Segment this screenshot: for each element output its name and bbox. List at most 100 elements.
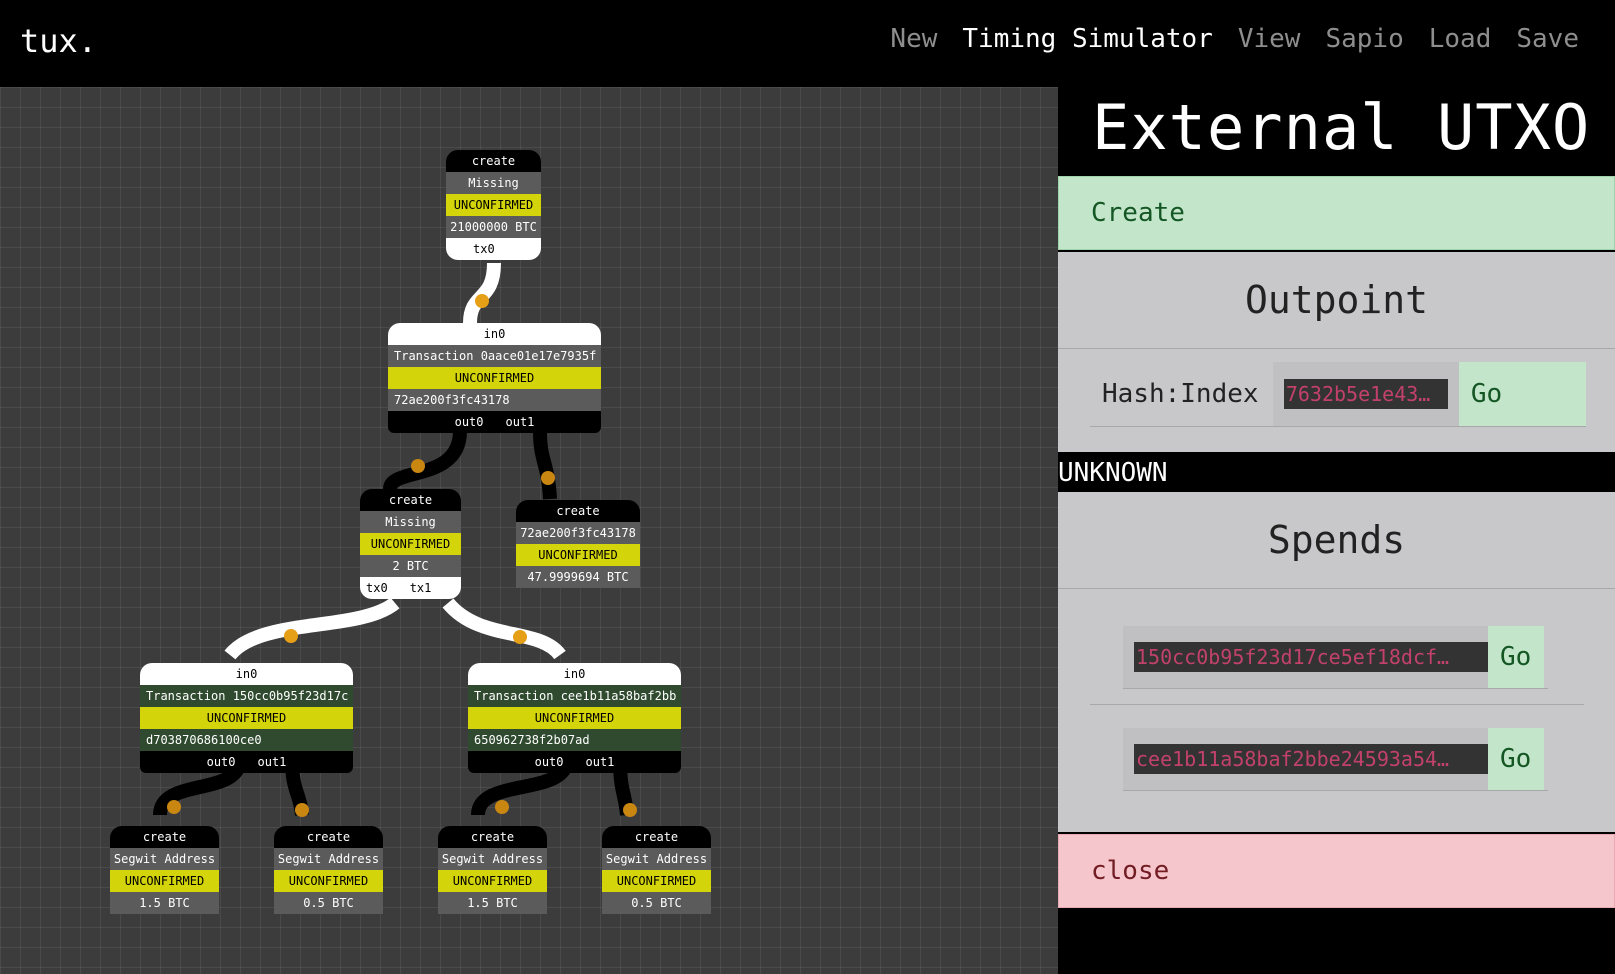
wire-dot xyxy=(167,800,181,814)
port-tx0[interactable]: tx0 xyxy=(473,238,495,260)
spend-go-button[interactable]: Go xyxy=(1488,728,1544,790)
node-output-72ae[interactable]: create 72ae200f3fc43178 UNCONFIRMED 47.9… xyxy=(516,500,640,588)
app-logo[interactable]: tux. xyxy=(20,22,97,60)
spend-txid[interactable]: cee1b11a58baf2bbe24593a54… xyxy=(1134,744,1488,774)
status-badge: UNCONFIRMED xyxy=(274,870,383,892)
node-name: Segwit Address xyxy=(438,848,547,870)
node-amount: 0.5 BTC xyxy=(274,892,383,914)
utxo-panel: External UTXO Create Outpoint Hash:Index… xyxy=(1058,87,1615,974)
wire-n2-n3 xyxy=(383,430,467,491)
outpoint-section: Outpoint Hash:Index 7632b5e1e43… Go xyxy=(1058,252,1615,452)
node-name: Transaction cee1b11a58baf2bb xyxy=(468,685,681,707)
node-name: Segwit Address xyxy=(602,848,711,870)
hash-index-row: Hash:Index 7632b5e1e43… Go xyxy=(1090,362,1586,427)
node-header: create xyxy=(274,826,383,848)
node-header: create xyxy=(110,826,219,848)
utxo-status: UNKNOWN xyxy=(1058,458,1168,488)
wire-dot xyxy=(475,294,489,308)
node-ports: tx0 tx1 xyxy=(360,577,461,599)
port-out1[interactable]: out1 xyxy=(586,751,615,773)
port-out0[interactable]: out0 xyxy=(535,751,564,773)
main-nav: New Timing Simulator View Sapio Load Sav… xyxy=(890,24,1579,54)
node-detail: 72ae200f3fc43178 xyxy=(388,389,601,411)
wire-n1-n2 xyxy=(463,262,501,324)
nav-new[interactable]: New xyxy=(890,24,937,54)
status-badge: UNCONFIRMED xyxy=(516,544,640,566)
node-amount: 21000000 BTC xyxy=(446,216,541,238)
port-tx1[interactable]: tx1 xyxy=(410,577,432,599)
spends-title: Spends xyxy=(1267,518,1406,562)
node-amount: 1.5 BTC xyxy=(110,892,219,914)
spend-go-button[interactable]: Go xyxy=(1488,626,1544,688)
node-missing-mid[interactable]: create Missing UNCONFIRMED 2 BTC tx0 tx1 xyxy=(360,489,461,599)
spend-row: cee1b11a58baf2bbe24593a54… Go xyxy=(1123,728,1548,791)
node-name: Missing xyxy=(360,511,461,533)
port-out1[interactable]: out1 xyxy=(258,751,287,773)
node-ports: tx0 xyxy=(446,238,541,260)
node-ports: out0 out1 xyxy=(388,411,601,433)
node-segwit-address[interactable]: create Segwit Address UNCONFIRMED 0.5 BT… xyxy=(274,826,383,914)
nav-timing-simulator[interactable]: Timing Simulator xyxy=(962,24,1212,54)
wire-n2-n4 xyxy=(533,430,557,500)
node-name: Transaction 0aace01e17e7935f xyxy=(388,345,601,367)
node-amount: 2 BTC xyxy=(360,555,461,577)
node-header: in0 xyxy=(468,663,681,685)
node-missing-root[interactable]: create Missing UNCONFIRMED 21000000 BTC … xyxy=(446,150,541,260)
spend-row: 150cc0b95f23d17ce5ef18dcf… Go xyxy=(1123,626,1548,689)
status-badge: UNCONFIRMED xyxy=(446,194,541,216)
status-badge: UNCONFIRMED xyxy=(140,707,353,729)
node-header: in0 xyxy=(140,663,353,685)
divider xyxy=(1058,348,1615,349)
node-transaction-0aace[interactable]: in0 Transaction 0aace01e17e7935f UNCONFI… xyxy=(388,323,601,433)
spend-txid-cell: cee1b11a58baf2bbe24593a54… xyxy=(1123,728,1488,790)
node-detail: d703870686100ce0 xyxy=(140,729,353,751)
node-segwit-address[interactable]: create Segwit Address UNCONFIRMED 1.5 BT… xyxy=(438,826,547,914)
hash-index-value-cell: 7632b5e1e43… xyxy=(1272,362,1459,426)
status-badge: UNCONFIRMED xyxy=(602,870,711,892)
node-transaction-cee1b[interactable]: in0 Transaction cee1b11a58baf2bb UNCONFI… xyxy=(468,663,681,773)
wire-dot xyxy=(541,471,555,485)
node-name: Missing xyxy=(446,172,541,194)
nav-save[interactable]: Save xyxy=(1516,24,1579,54)
node-header: in0 xyxy=(388,323,601,345)
node-header: create xyxy=(446,150,541,172)
node-name: Transaction 150cc0b95f23d17c xyxy=(140,685,353,707)
port-out0[interactable]: out0 xyxy=(455,411,484,433)
port-tx0[interactable]: tx0 xyxy=(366,577,388,599)
node-transaction-150cc[interactable]: in0 Transaction 150cc0b95f23d17c UNCONFI… xyxy=(140,663,353,773)
nav-sapio[interactable]: Sapio xyxy=(1325,24,1403,54)
top-bar: tux. New Timing Simulator View Sapio Loa… xyxy=(0,0,1615,87)
status-badge: UNCONFIRMED xyxy=(110,870,219,892)
nav-view[interactable]: View xyxy=(1238,24,1301,54)
node-header: create xyxy=(438,826,547,848)
graph-canvas[interactable]: create Missing UNCONFIRMED 21000000 BTC … xyxy=(0,87,1058,974)
node-segwit-address[interactable]: create Segwit Address UNCONFIRMED 1.5 BT… xyxy=(110,826,219,914)
port-out1[interactable]: out1 xyxy=(506,411,535,433)
divider xyxy=(1058,588,1615,589)
node-header: create xyxy=(360,489,461,511)
wire-n3-n5 xyxy=(224,597,400,660)
node-name: Segwit Address xyxy=(110,848,219,870)
create-button[interactable]: Create xyxy=(1058,176,1615,250)
outpoint-title: Outpoint xyxy=(1244,278,1429,322)
panel-title: External UTXO xyxy=(1092,91,1591,164)
close-button[interactable]: close xyxy=(1058,834,1615,908)
wire-dot xyxy=(295,803,309,817)
spend-txid[interactable]: 150cc0b95f23d17ce5ef18dcf… xyxy=(1134,642,1488,672)
node-amount: 1.5 BTC xyxy=(438,892,547,914)
wire-dot xyxy=(513,630,527,644)
status-badge: UNCONFIRMED xyxy=(438,870,547,892)
wire-n3-n6 xyxy=(442,598,566,660)
port-out0[interactable]: out0 xyxy=(207,751,236,773)
wire-dot xyxy=(284,629,298,643)
node-ports: out0 out1 xyxy=(140,751,353,773)
node-segwit-address[interactable]: create Segwit Address UNCONFIRMED 0.5 BT… xyxy=(602,826,711,914)
status-badge: UNCONFIRMED xyxy=(360,533,461,555)
spends-section: Spends 150cc0b95f23d17ce5ef18dcf… Go cee… xyxy=(1058,492,1615,832)
nav-load[interactable]: Load xyxy=(1429,24,1492,54)
hash-index-value[interactable]: 7632b5e1e43… xyxy=(1283,379,1448,409)
hash-index-label: Hash:Index xyxy=(1102,379,1259,409)
wire-dot xyxy=(495,800,509,814)
outpoint-go-button[interactable]: Go xyxy=(1458,362,1586,426)
node-header: create xyxy=(602,826,711,848)
